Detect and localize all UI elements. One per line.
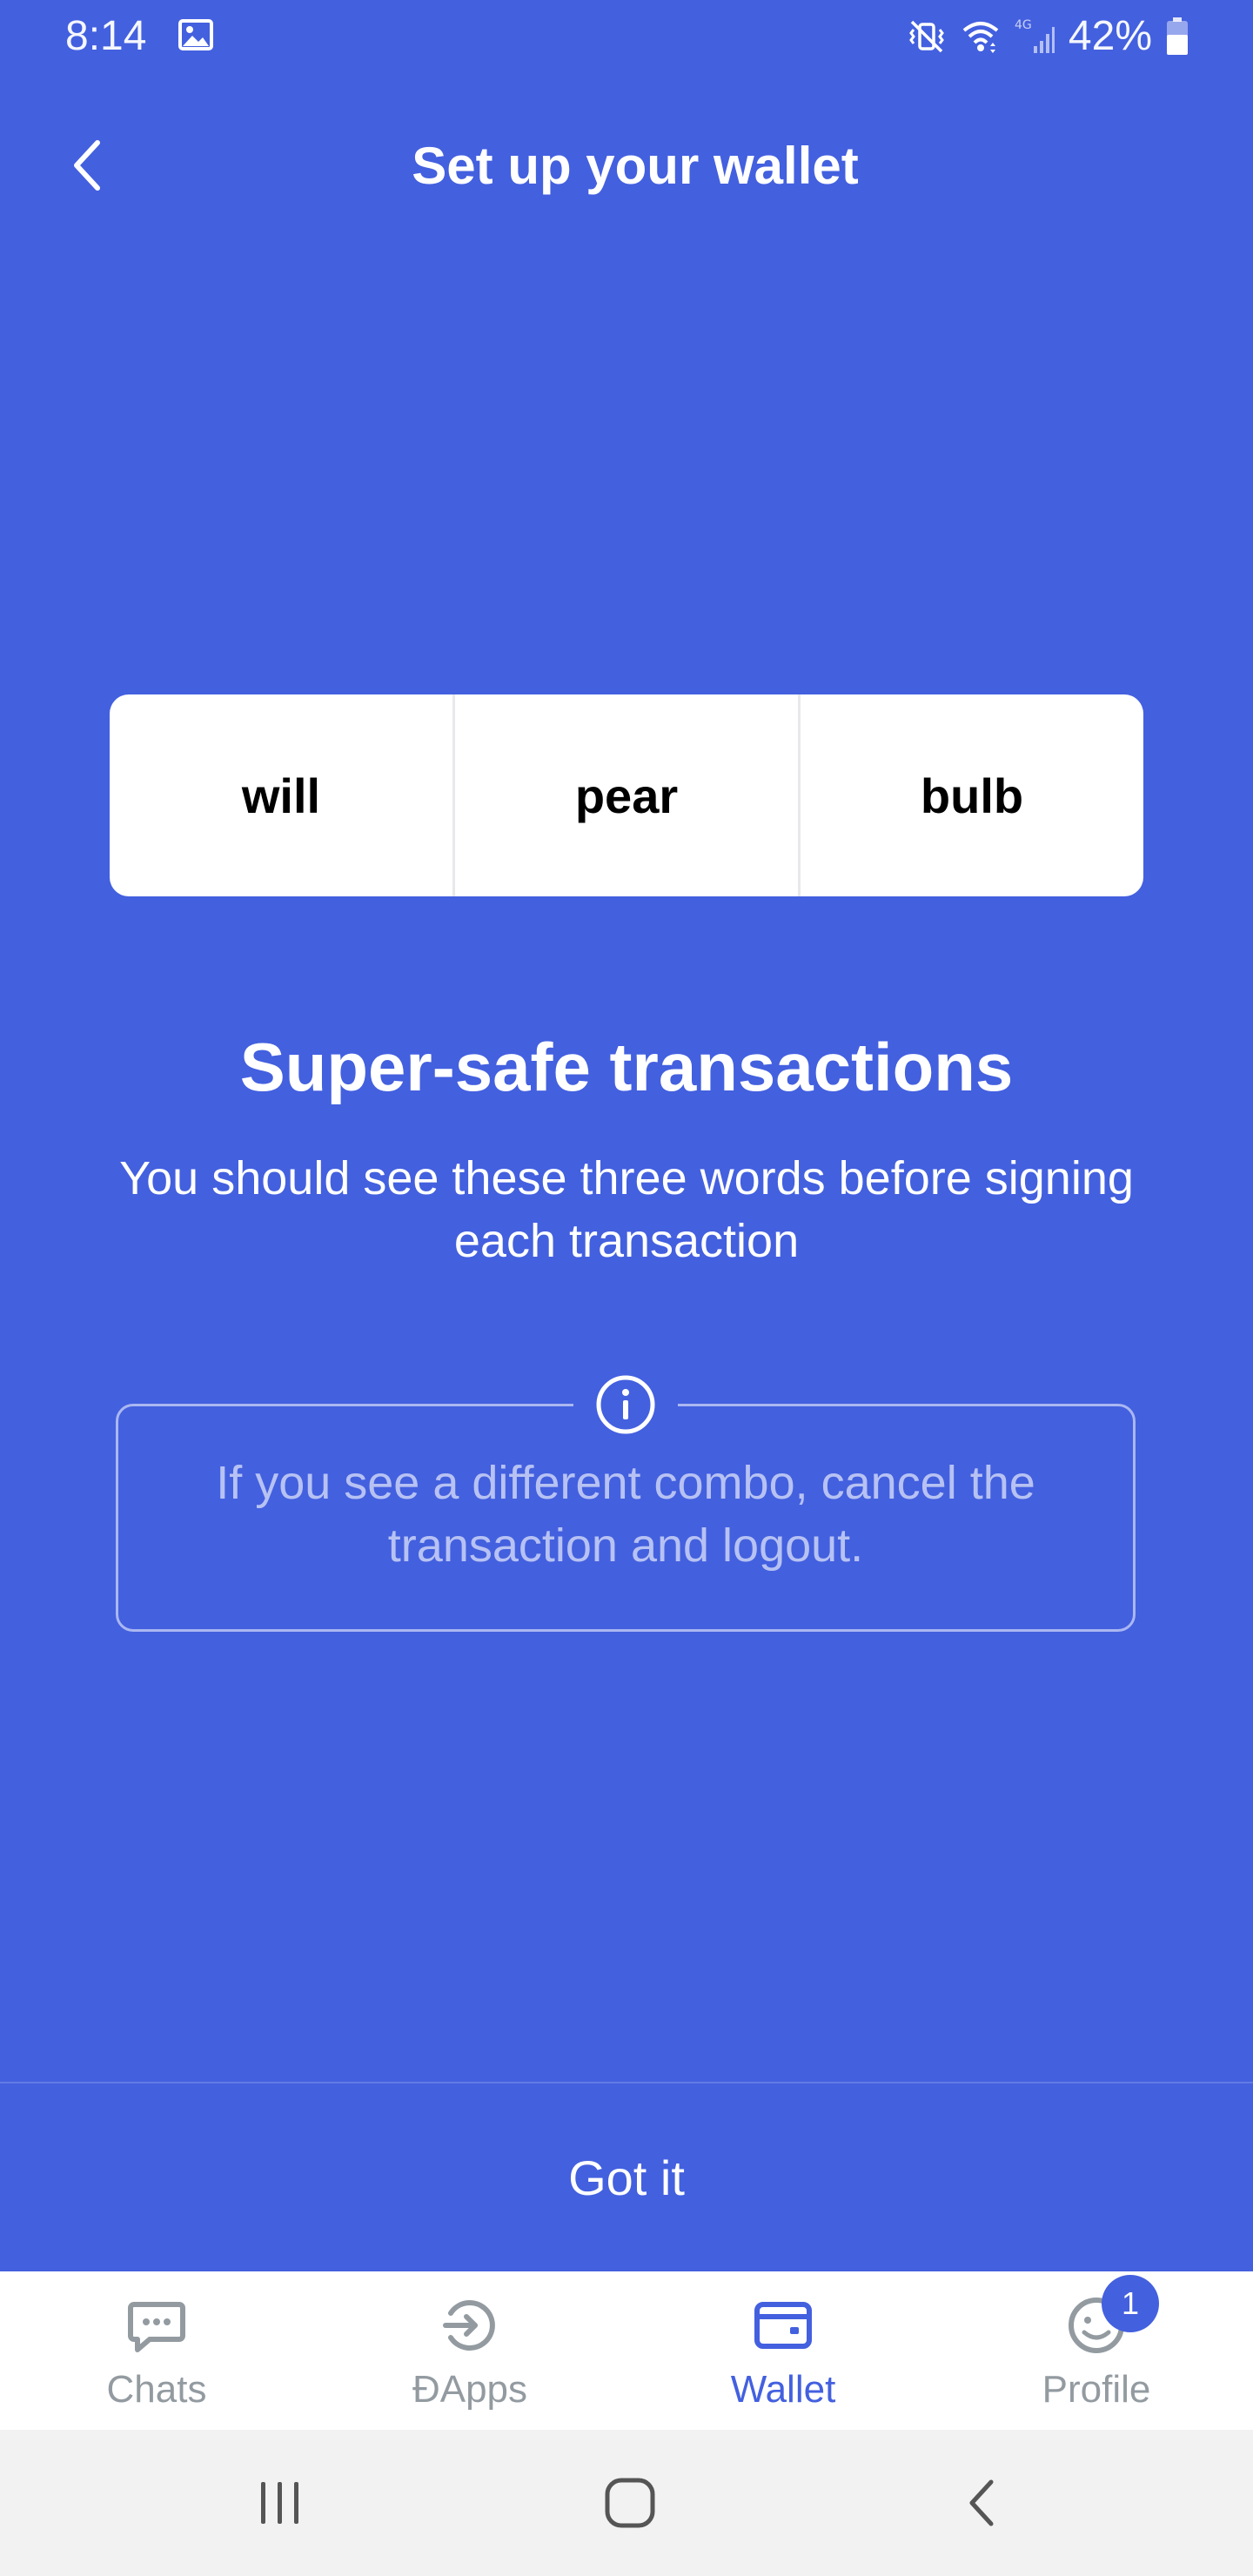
status-time: 8:14 <box>65 13 147 59</box>
system-nav-bar <box>0 2430 1253 2576</box>
header: Set up your wallet <box>0 113 1253 218</box>
vibrate-mute-icon <box>909 20 944 53</box>
tab-wallet-label: Wallet <box>730 2368 836 2411</box>
recent-apps-button[interactable] <box>245 2468 315 2538</box>
page-title: Set up your wallet <box>412 137 859 195</box>
tab-dapps-label: ÐApps <box>412 2368 528 2411</box>
info-icon-wrap <box>573 1368 678 1441</box>
info-icon <box>596 1375 655 1434</box>
svg-text:4G: 4G <box>1015 18 1032 32</box>
system-back-icon <box>969 2479 994 2526</box>
chat-bubble-icon <box>128 2302 185 2352</box>
bottom-nav: Chats ÐApps Wallet 1 Profile <box>0 2271 1253 2430</box>
security-word-3: bulb <box>920 768 1024 823</box>
headline: Super-safe transactions <box>239 1029 1014 1105</box>
tab-chats[interactable]: Chats <box>0 2271 313 2430</box>
home-button[interactable] <box>595 2468 665 2538</box>
tab-dapps[interactable]: ÐApps <box>313 2271 626 2430</box>
battery-icon <box>1167 17 1188 55</box>
cellular-signal-icon: 4G <box>1015 18 1055 53</box>
wifi-icon <box>962 22 999 53</box>
security-word-2: pear <box>574 768 679 823</box>
gallery-notification-icon <box>178 19 213 50</box>
home-icon <box>605 2478 655 2528</box>
got-it-button[interactable]: Got it <box>0 2083 1253 2271</box>
wallet-icon <box>754 2302 812 2349</box>
tab-chats-label: Chats <box>106 2368 207 2411</box>
status-bar: 8:14 4G 42% <box>0 0 1253 73</box>
profile-icon-wrap: 1 <box>1065 2275 1159 2357</box>
battery-percent: 42% <box>1068 13 1152 59</box>
info-box: If you see a different combo, cancel the… <box>116 1368 1136 1632</box>
security-word-1: will <box>241 768 321 823</box>
tab-profile[interactable]: 1 Profile <box>940 2271 1253 2430</box>
tab-profile-label: Profile <box>1042 2368 1151 2411</box>
system-back-button[interactable] <box>947 2468 1016 2538</box>
description-text: You should see these three words before … <box>119 1152 1134 1267</box>
security-words-card: will pear bulb <box>110 694 1143 896</box>
tab-wallet[interactable]: Wallet <box>626 2271 940 2430</box>
dapps-icon <box>443 2300 495 2351</box>
status-icons: 4G 42% <box>907 10 1189 63</box>
info-text: If you see a different combo, cancel the… <box>216 1457 1035 1572</box>
recent-apps-icon <box>261 2482 298 2524</box>
notification-badge: 1 <box>1102 2275 1159 2332</box>
